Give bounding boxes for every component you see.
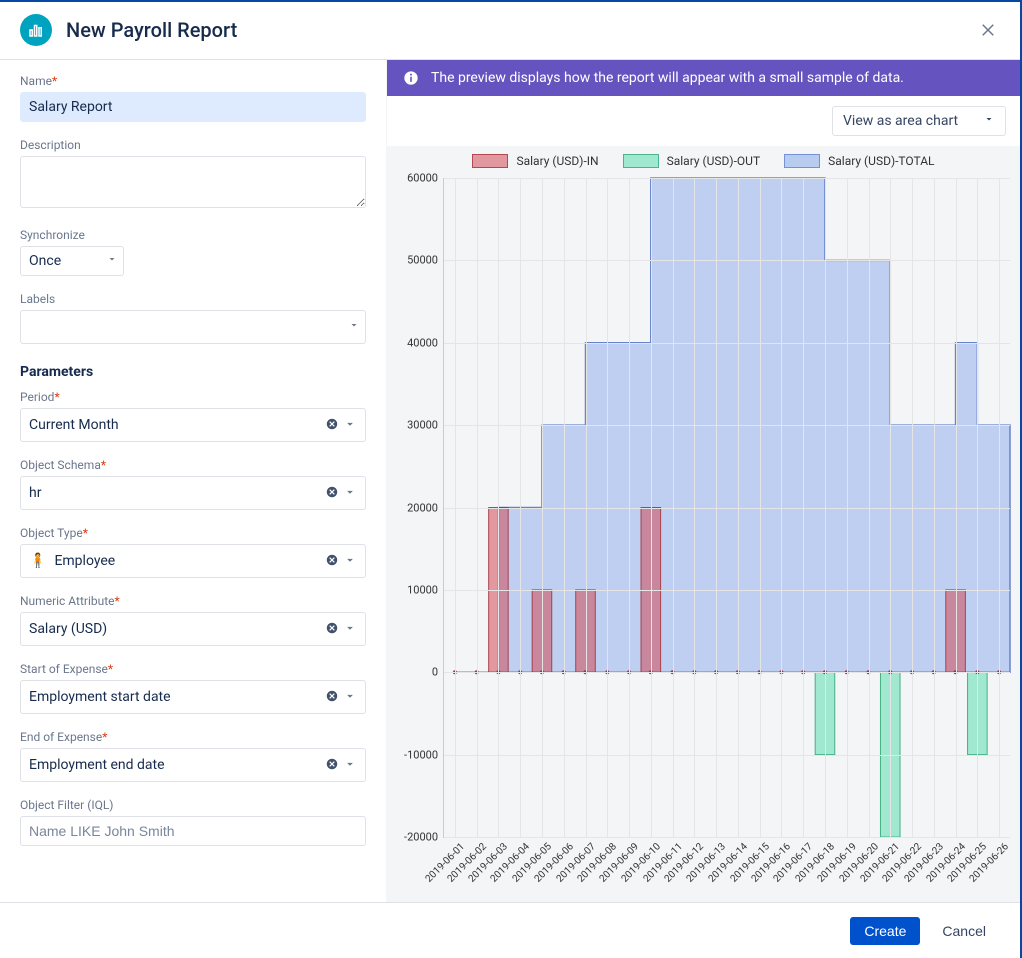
chevron-down-icon[interactable] [343, 689, 359, 705]
y-tick: 60000 [407, 172, 444, 185]
start-expense-label: Start of Expense* [20, 662, 366, 676]
clear-icon[interactable] [325, 757, 341, 773]
dialog-title: New Payroll Report [66, 18, 237, 42]
chart-plot: -20000-100000100002000030000400005000060… [443, 178, 1010, 838]
chart-legend: Salary (USD)-IN Salary (USD)-OUT Salary … [387, 154, 1020, 168]
y-tick: 30000 [407, 419, 444, 432]
clear-icon[interactable] [325, 485, 341, 501]
y-tick: 10000 [407, 583, 444, 596]
info-icon [403, 70, 419, 86]
form-panel: Name* Description Synchronize Once Label… [0, 60, 386, 902]
chevron-down-icon[interactable] [343, 621, 359, 637]
dialog-header: New Payroll Report [0, 2, 1020, 60]
clear-icon[interactable] [325, 553, 341, 569]
chevron-down-icon[interactable] [343, 757, 359, 773]
preview-banner: The preview displays how the report will… [387, 60, 1020, 96]
view-as-select[interactable]: View as area chart [832, 106, 1006, 136]
y-tick: 20000 [407, 501, 444, 514]
name-input[interactable] [20, 92, 366, 122]
chevron-down-icon[interactable] [343, 417, 359, 433]
preview-banner-text: The preview displays how the report will… [431, 70, 904, 86]
period-label: Period* [20, 390, 366, 404]
clear-icon[interactable] [325, 417, 341, 433]
y-tick: 50000 [407, 254, 444, 267]
close-icon[interactable] [976, 18, 1000, 42]
object-filter-input[interactable] [20, 816, 366, 846]
chart: Salary (USD)-IN Salary (USD)-OUT Salary … [387, 146, 1020, 902]
report-icon [20, 14, 52, 46]
clear-icon[interactable] [325, 621, 341, 637]
period-select[interactable]: Current Month [20, 408, 366, 442]
payroll-report-dialog: New Payroll Report Name* Description Syn… [0, 0, 1022, 958]
y-tick: 0 [432, 666, 444, 679]
clear-icon[interactable] [325, 689, 341, 705]
y-tick: -10000 [404, 748, 444, 761]
synchronize-label: Synchronize [20, 228, 366, 242]
preview-panel: The preview displays how the report will… [386, 60, 1020, 902]
end-expense-select[interactable]: Employment end date [20, 748, 366, 782]
dialog-footer: Create Cancel [0, 902, 1020, 958]
cancel-button[interactable]: Cancel [928, 917, 1000, 945]
object-type-label: Object Type* [20, 526, 366, 540]
end-expense-label: End of Expense* [20, 730, 366, 744]
description-label: Description [20, 138, 366, 152]
y-tick: -20000 [404, 831, 444, 844]
description-input[interactable] [20, 156, 366, 208]
object-schema-select[interactable]: hr [20, 476, 366, 510]
chevron-down-icon [983, 113, 995, 129]
labels-select[interactable] [20, 310, 366, 344]
chevron-down-icon[interactable] [343, 485, 359, 501]
y-tick: 40000 [407, 336, 444, 349]
parameters-heading: Parameters [20, 364, 366, 380]
legend-item-total: Salary (USD)-TOTAL [784, 154, 934, 168]
legend-item-out: Salary (USD)-OUT [623, 154, 761, 168]
numeric-attribute-select[interactable]: Salary (USD) [20, 612, 366, 646]
object-filter-label: Object Filter (IQL) [20, 798, 366, 812]
name-label: Name* [20, 74, 366, 88]
numeric-attribute-label: Numeric Attribute* [20, 594, 366, 608]
synchronize-select[interactable]: Once [20, 246, 124, 276]
person-icon: 🧍 [29, 553, 46, 569]
legend-item-in: Salary (USD)-IN [472, 154, 598, 168]
start-expense-select[interactable]: Employment start date [20, 680, 366, 714]
object-type-select[interactable]: 🧍 Employee [20, 544, 366, 578]
object-schema-label: Object Schema* [20, 458, 366, 472]
chevron-down-icon[interactable] [343, 553, 359, 569]
create-button[interactable]: Create [850, 917, 920, 945]
labels-label: Labels [20, 292, 366, 306]
